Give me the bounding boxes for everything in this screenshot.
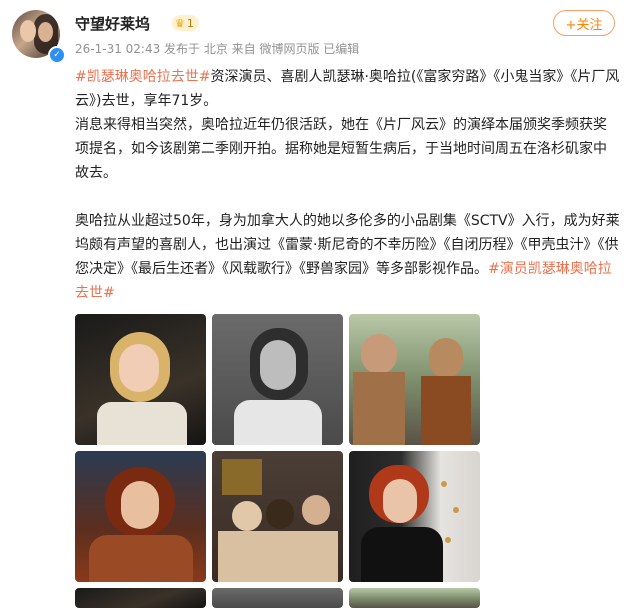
level-number: 1 [186, 16, 194, 30]
hashtag-link[interactable]: #凯瑟琳奥哈拉去世# [75, 69, 210, 85]
username[interactable]: 守望好莱坞 [75, 13, 150, 34]
post-image[interactable] [349, 451, 480, 582]
post-image[interactable] [75, 588, 206, 608]
verified-badge-icon: ✓ [48, 46, 66, 64]
follow-button[interactable]: +关注 [553, 10, 615, 36]
post-image[interactable] [212, 588, 343, 608]
user-level-badge[interactable]: ♛ 1 [172, 15, 199, 31]
post-image[interactable] [349, 314, 480, 445]
crown-icon: ♛ [175, 16, 185, 30]
post-image[interactable] [212, 314, 343, 445]
post-meta: 26-1-31 02:43 发布于 北京 来自 微博网页版 已编辑 [75, 42, 360, 56]
post-image[interactable] [212, 451, 343, 582]
paragraph-1: #凯瑟琳奥哈拉去世#资深演员、喜剧人凯瑟琳·奥哈拉(《富家穷路》《小鬼当家》《片… [75, 69, 620, 109]
paragraph-3: 奥哈拉从业超过50年，身为加拿大人的她以多伦多的小品剧集《SCTV》入行，成为好… [75, 213, 620, 301]
weibo-post-card: ✓ 守望好莱坞 ♛ 1 26-1-31 02:43 发布于 北京 来自 微博网页… [0, 0, 639, 608]
post-image[interactable] [75, 314, 206, 445]
paragraph-2: 消息来得相当突然，奥哈拉近年仍很活跃，她在《片厂风云》的演绎本届颁奖季频获奖项提… [75, 117, 607, 181]
post-image[interactable] [349, 588, 480, 608]
post-text: #凯瑟琳奥哈拉去世#资深演员、喜剧人凯瑟琳·奥哈拉(《富家穷路》《小鬼当家》《片… [75, 65, 620, 305]
post-image[interactable] [75, 451, 206, 582]
